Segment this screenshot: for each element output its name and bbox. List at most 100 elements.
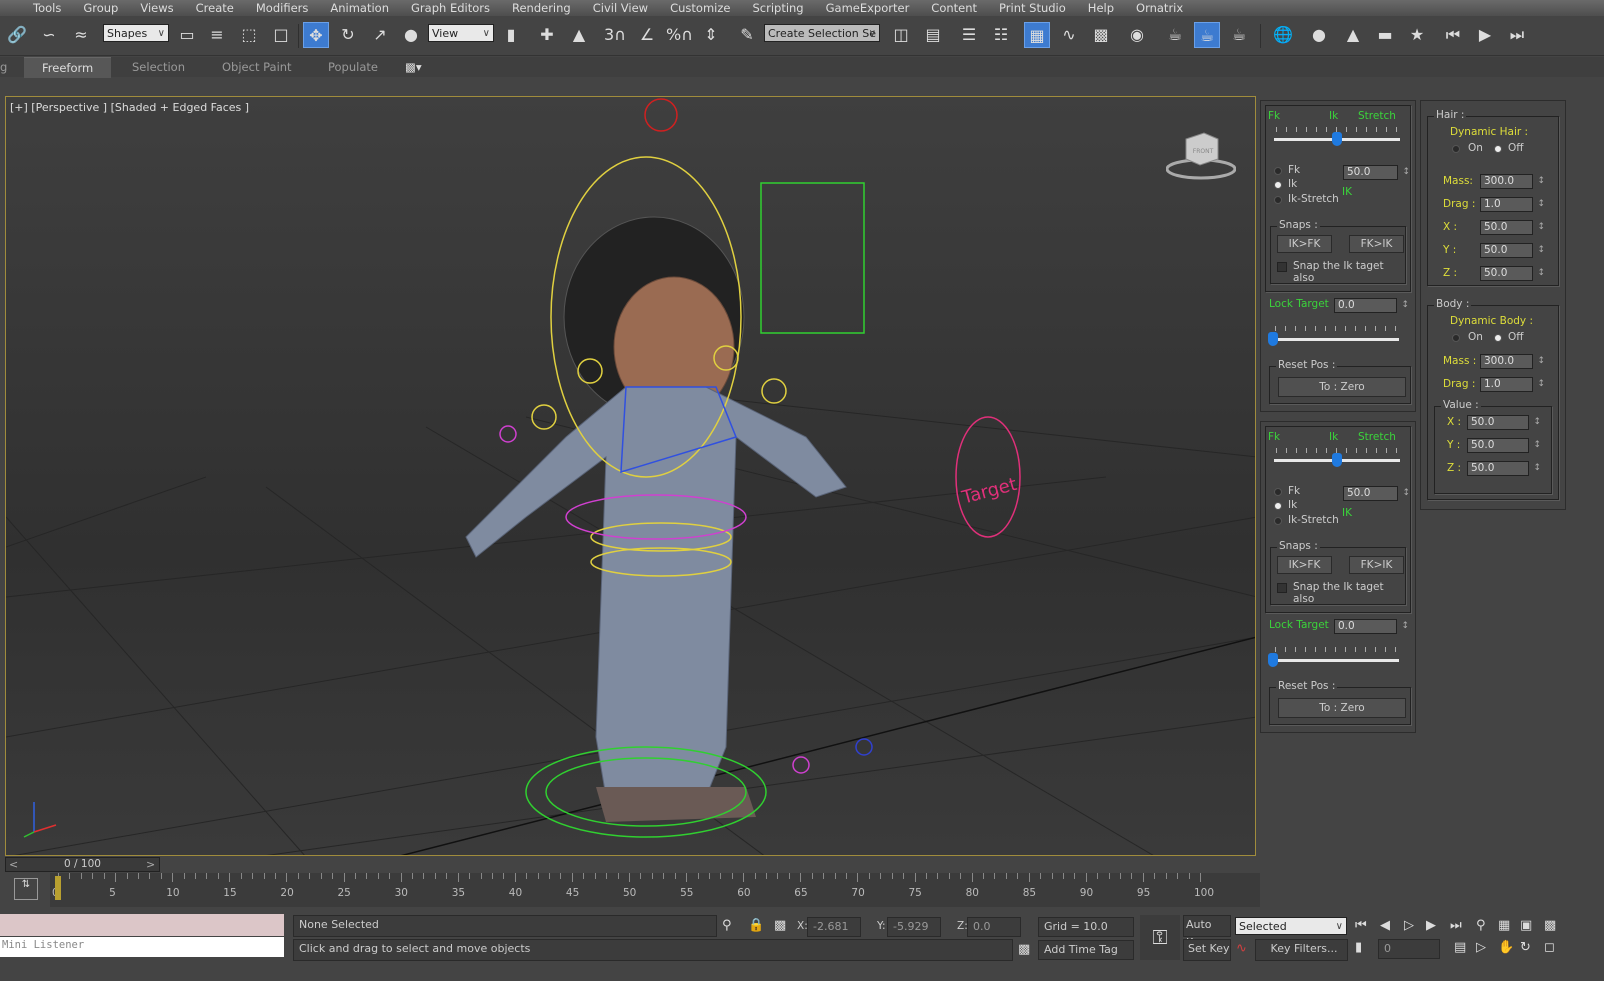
rendered-frame-icon[interactable]: ☕ (1194, 22, 1220, 48)
lock-target-slider-thumb[interactable] (1268, 653, 1278, 667)
perspective-viewport[interactable]: [+] [Perspective ] [Shaded + Edged Faces… (5, 96, 1256, 856)
menu-content[interactable]: Content (920, 0, 988, 16)
cloth-icon[interactable]: ▲ (1340, 22, 1366, 48)
tab-populate[interactable]: Populate (328, 57, 378, 77)
edit-named-selection-icon[interactable]: ✎ (734, 22, 760, 48)
current-frame-field[interactable]: 0 (1378, 939, 1440, 959)
auto-key-button[interactable]: Auto Key (1183, 915, 1231, 949)
y-coord-field[interactable]: -5.929 (887, 917, 941, 937)
field-of-view-icon[interactable]: ▷ (1476, 940, 1486, 955)
blend-spinner[interactable]: 50.0 (1343, 486, 1410, 501)
lock-target-slider[interactable] (1273, 338, 1399, 341)
tab-freeform[interactable]: Freeform (24, 57, 112, 78)
body-drag-field[interactable]: 1.0 (1480, 377, 1545, 392)
manipulate-icon[interactable]: ✚ (534, 22, 560, 48)
percent-snap-icon[interactable]: %∩ (666, 22, 693, 48)
snap-toggle-icon[interactable]: 3∩ (602, 22, 628, 48)
current-frame-marker[interactable] (55, 876, 61, 900)
mirror-icon[interactable]: ◫ (888, 22, 914, 48)
hair-mass-field[interactable]: 300.0 (1480, 174, 1545, 189)
key-mode-dropdown[interactable]: Selected (1235, 917, 1347, 936)
layers-icon[interactable]: ☷ (988, 22, 1014, 48)
menu-views[interactable]: Views (129, 0, 184, 16)
set-key-mode-key-icon[interactable]: ⚿ (1140, 915, 1180, 960)
fk-to-ik-button[interactable]: FK>IK (1349, 556, 1404, 574)
sphere-icon[interactable]: ● (1306, 22, 1332, 48)
menu-help[interactable]: Help (1077, 0, 1125, 16)
layer-explorer-icon[interactable]: ☰ (956, 22, 982, 48)
tab-selection[interactable]: Selection (132, 57, 185, 77)
menu-gameexporter[interactable]: GameExporter (815, 0, 921, 16)
zoom-icon[interactable]: ⚲ (1476, 918, 1486, 933)
z-coord-field[interactable]: 0.0 (967, 917, 1021, 937)
eraser-icon[interactable]: ▬ (1372, 22, 1398, 48)
menu-group[interactable]: Group (72, 0, 129, 16)
body-x-field[interactable]: 50.0 (1467, 415, 1541, 430)
radio-ik-stretch[interactable] (1274, 517, 1282, 525)
named-selection-dropdown[interactable]: Create Selection Se (764, 24, 880, 43)
previous-frame-icon[interactable]: ◀ (1380, 918, 1390, 933)
menu-animation[interactable]: Animation (319, 0, 400, 16)
ik-fk-slider-thumb[interactable] (1332, 453, 1342, 467)
render-icon[interactable]: ☕ (1226, 22, 1252, 48)
environment-icon[interactable]: 🌐 (1270, 22, 1296, 48)
radio-ik[interactable] (1274, 181, 1282, 189)
menu-tools[interactable]: Tools (22, 0, 72, 16)
menu-rendering[interactable]: Rendering (501, 0, 582, 16)
align-icon[interactable]: ▤ (920, 22, 946, 48)
time-tag-icon[interactable]: ▩ (1018, 942, 1030, 957)
window-crossing-icon[interactable]: □ (268, 22, 294, 48)
menu-ornatrix[interactable]: Ornatrix (1125, 0, 1194, 16)
ik-to-fk-button[interactable]: IK>FK (1277, 235, 1332, 253)
isolate-icon[interactable]: ⚲ (722, 918, 732, 933)
schematic-view-icon[interactable]: ▩ (1088, 22, 1114, 48)
hair-on-radio[interactable] (1452, 145, 1460, 153)
select-object-icon[interactable]: ▭ (174, 22, 200, 48)
placement-icon[interactable]: ● (398, 22, 424, 48)
maxscript-output[interactable] (0, 914, 284, 936)
unlink-icon[interactable]: ∽ (36, 22, 62, 48)
ik-fk-slider-thumb[interactable] (1332, 132, 1342, 146)
add-time-tag-button[interactable]: Add Time Tag (1038, 940, 1134, 960)
reset-to-zero-button[interactable]: To : Zero (1278, 698, 1406, 718)
time-next-button[interactable]: > (146, 858, 155, 871)
keyboard-shortcut-icon[interactable]: ▲ (566, 22, 592, 48)
time-prev-button[interactable]: < (9, 858, 18, 871)
time-config-icon[interactable]: ▤ (1454, 940, 1466, 955)
zoom-extents-all-icon[interactable]: ▩ (1544, 918, 1556, 933)
menu-customize[interactable]: Customize (659, 0, 741, 16)
next-key-tool-icon[interactable]: ⏭ (1504, 22, 1530, 48)
scene-explorer-icon[interactable]: ▦ (1024, 22, 1050, 48)
menu-civil-view[interactable]: Civil View (582, 0, 659, 16)
key-mode-toggle-icon[interactable]: ▮ (1355, 940, 1362, 955)
zoom-extents-icon[interactable]: ▣ (1520, 918, 1532, 933)
menu-print-studio[interactable]: Print Studio (988, 0, 1077, 16)
bind-space-warp-icon[interactable]: ≈ (68, 22, 94, 48)
lock-target-spinner[interactable]: 0.0 (1334, 298, 1409, 313)
material-editor-icon[interactable]: ◉ (1124, 22, 1150, 48)
lock-target-spinner[interactable]: 0.0 (1334, 619, 1409, 634)
render-setup-icon[interactable]: ☕ (1162, 22, 1188, 48)
time-slider[interactable]: < 0 / 100 > (5, 857, 160, 872)
hair-drag-field[interactable]: 1.0 (1480, 197, 1545, 212)
zoom-all-icon[interactable]: ▦ (1498, 918, 1510, 933)
timeline-track[interactable]: 0510152025303540455055606570758085909510… (50, 873, 1260, 907)
viewcube[interactable]: FRONT (1165, 127, 1237, 182)
rect-selection-icon[interactable]: ⬚ (236, 22, 262, 48)
hair-y-field[interactable]: 50.0 (1480, 243, 1545, 258)
radio-ik-stretch[interactable] (1274, 196, 1282, 204)
key-curve-icon[interactable]: ∿ (1236, 941, 1247, 956)
body-y-field[interactable]: 50.0 (1467, 438, 1541, 453)
play-tool-icon[interactable]: ▶ (1472, 22, 1498, 48)
hair-x-field[interactable]: 50.0 (1480, 220, 1545, 235)
hair-off-radio[interactable] (1494, 145, 1502, 153)
link-icon[interactable]: 🔗 (4, 22, 30, 48)
maximize-viewport-icon[interactable]: ◻ (1544, 940, 1555, 955)
absolute-mode-icon[interactable]: ▩ (774, 918, 786, 933)
set-key-button[interactable]: Set Key (1183, 939, 1231, 961)
spinner-snap-icon[interactable]: ⇕ (698, 22, 724, 48)
curve-editor-mini-icon[interactable]: ⇅ (14, 878, 38, 900)
next-frame-icon[interactable]: ▶ (1426, 918, 1436, 933)
menu-create[interactable]: Create (185, 0, 245, 16)
go-to-end-icon[interactable]: ⏭ (1450, 918, 1462, 933)
